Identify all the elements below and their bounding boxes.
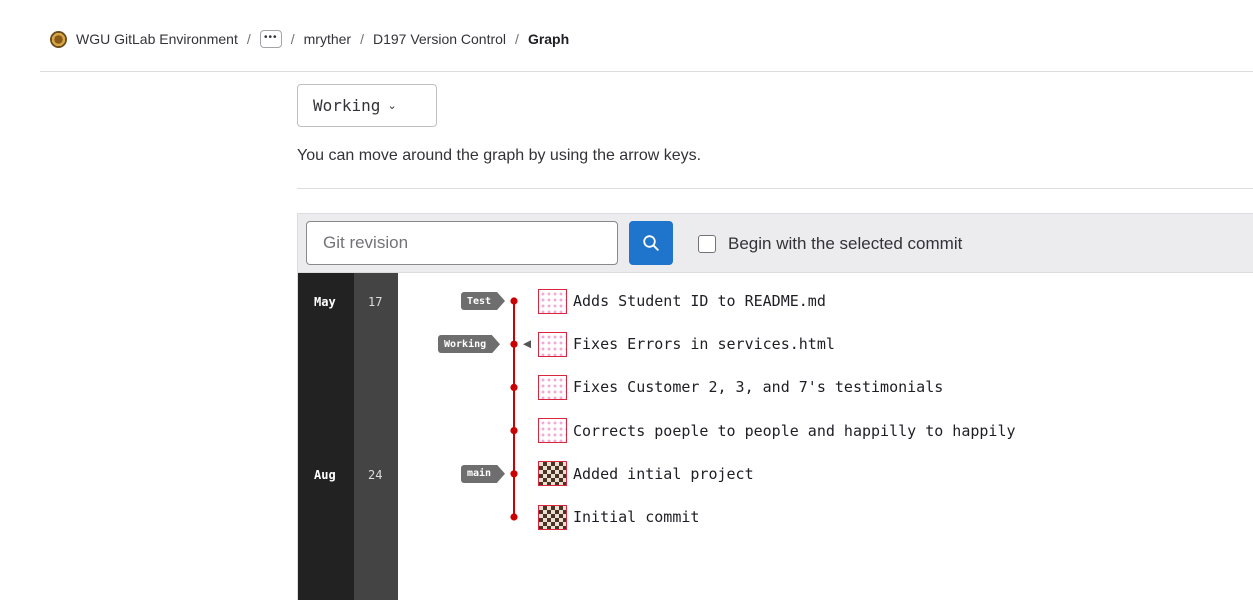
commit-dot[interactable] bbox=[510, 513, 518, 521]
git-revision-input[interactable] bbox=[306, 221, 618, 265]
breadcrumb-root[interactable]: WGU GitLab Environment bbox=[76, 31, 238, 47]
commit-message[interactable]: Adds Student ID to README.md bbox=[573, 292, 826, 310]
ref-tag-pointer bbox=[497, 464, 505, 483]
search-button[interactable] bbox=[629, 221, 673, 265]
top-bar: WGU GitLab Environment / ••• / mryther /… bbox=[0, 0, 1253, 72]
ref-tag[interactable]: Working bbox=[438, 335, 493, 354]
breadcrumb-current[interactable]: Graph bbox=[528, 31, 569, 47]
commit-dot[interactable] bbox=[510, 470, 518, 478]
commit-row[interactable]: Added intial project bbox=[538, 461, 754, 487]
ref-selector-dropdown[interactable]: Working ⌄ bbox=[297, 84, 437, 127]
commit-row[interactable]: Initial commit bbox=[538, 504, 699, 530]
ref-tag[interactable]: main bbox=[461, 464, 498, 483]
selected-commit-marker bbox=[523, 340, 531, 349]
commit-message[interactable]: Initial commit bbox=[573, 508, 699, 526]
search-icon bbox=[643, 235, 659, 251]
commit-message[interactable]: Fixes Errors in services.html bbox=[573, 335, 835, 353]
commit-message[interactable]: Added intial project bbox=[573, 465, 754, 483]
author-avatar-icon bbox=[538, 288, 567, 314]
author-avatar-icon bbox=[538, 374, 567, 400]
breadcrumb-separator: / bbox=[246, 31, 251, 47]
breadcrumb-separator: / bbox=[515, 31, 519, 47]
content-divider bbox=[297, 188, 1253, 189]
commit-row[interactable]: Fixes Customer 2, 3, and 7's testimonial… bbox=[538, 374, 943, 400]
commit-message[interactable]: Fixes Customer 2, 3, and 7's testimonial… bbox=[573, 378, 943, 396]
ref-tag-pointer bbox=[497, 292, 505, 310]
breadcrumb-project[interactable]: D197 Version Control bbox=[373, 31, 506, 47]
author-avatar-icon bbox=[538, 461, 567, 487]
breadcrumb-user[interactable]: mryther bbox=[304, 31, 351, 47]
breadcrumb-separator: / bbox=[360, 31, 364, 47]
commit-row[interactable]: Fixes Errors in services.html bbox=[538, 331, 835, 357]
commit-dot[interactable] bbox=[510, 340, 518, 348]
commit-dot[interactable] bbox=[510, 427, 518, 435]
begin-with-selected-label: Begin with the selected commit bbox=[728, 234, 963, 253]
chevron-down-icon: ⌄ bbox=[387, 99, 397, 112]
begin-with-selected-toggle[interactable]: Begin with the selected commit bbox=[698, 234, 962, 254]
commit-dot[interactable] bbox=[510, 297, 518, 305]
commit-row[interactable]: Adds Student ID to README.md bbox=[538, 288, 826, 314]
ref-tag-pointer bbox=[492, 335, 500, 354]
breadcrumb: WGU GitLab Environment / ••• / mryther /… bbox=[50, 28, 569, 50]
author-avatar-icon bbox=[538, 418, 567, 444]
breadcrumb-ellipsis-button[interactable]: ••• bbox=[259, 30, 282, 48]
top-divider bbox=[40, 71, 1253, 72]
graph-help-text: You can move around the graph by using t… bbox=[297, 147, 702, 164]
author-avatar-icon bbox=[538, 504, 567, 530]
commit-row[interactable]: Corrects poeple to people and happilly t… bbox=[538, 418, 1016, 444]
graph-toolbar: Begin with the selected commit bbox=[297, 213, 1253, 273]
author-avatar-icon bbox=[538, 331, 567, 357]
begin-with-selected-checkbox[interactable] bbox=[698, 235, 716, 253]
commit-dots bbox=[492, 292, 531, 521]
commit-dot[interactable] bbox=[510, 383, 518, 391]
commit-message[interactable]: Corrects poeple to people and happilly t… bbox=[573, 422, 1016, 440]
ref-tag[interactable]: Test bbox=[461, 292, 498, 310]
network-graph[interactable]: May 17 Aug 24 Adds Student ID to README.… bbox=[297, 273, 1253, 600]
group-avatar-icon bbox=[50, 30, 67, 48]
breadcrumb-separator: / bbox=[290, 31, 295, 47]
ref-selector-value: Working bbox=[313, 96, 381, 115]
